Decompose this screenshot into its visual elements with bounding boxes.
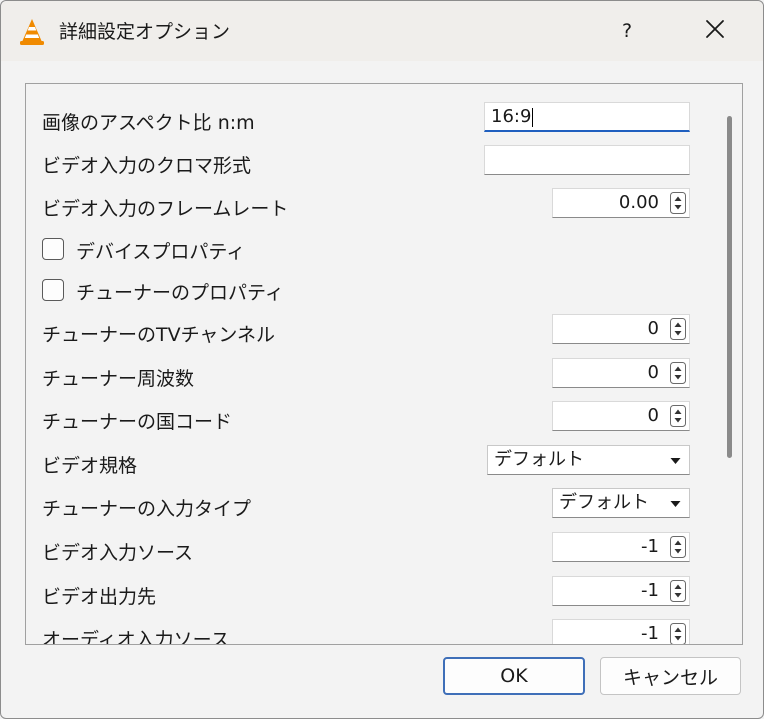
video-input-spinbox[interactable]: -1 — [552, 532, 690, 562]
spin-value: 0 — [647, 405, 659, 426]
chroma-input[interactable] — [484, 145, 690, 175]
frequency-spinbox[interactable]: 0 — [552, 358, 690, 388]
video-output-spinbox[interactable]: -1 — [552, 576, 690, 606]
dialog-title: 詳細設定オプション — [59, 21, 231, 43]
spin-arrows-icon[interactable] — [670, 580, 686, 602]
option-label: オーディオ入力ソース — [42, 629, 230, 645]
spin-arrows-icon[interactable] — [670, 318, 686, 340]
input-type-select[interactable]: デフォルト — [552, 488, 690, 518]
option-label: 画像のアスペクト比 n:m — [42, 112, 255, 134]
option-row-frequency: チューナー周波数 0 — [26, 356, 716, 396]
option-row-device-props: デバイスプロパティ — [26, 229, 716, 269]
option-label: チューナーの国コード — [42, 411, 233, 433]
option-label: ビデオ規格 — [42, 455, 138, 477]
ok-button[interactable]: OK — [443, 657, 585, 695]
spin-arrows-icon[interactable] — [670, 362, 686, 384]
option-row-audio-input: オーディオ入力ソース -1 — [26, 617, 716, 645]
option-row-tv-channel: チューナーのTVチャンネル 0 — [26, 312, 716, 352]
device-props-checkbox[interactable] — [42, 238, 64, 260]
scrollbar-thumb[interactable] — [727, 116, 732, 458]
advanced-options-dialog: 詳細設定オプション ? 画像のアスペクト比 n:m 16:9 ビデオ入力のクロマ… — [0, 0, 764, 719]
option-label: チューナーの入力タイプ — [42, 498, 252, 520]
spin-value: 0 — [647, 318, 659, 339]
option-row-tuner-props: チューナーのプロパティ — [26, 270, 716, 310]
close-button[interactable] — [693, 9, 737, 53]
tv-channel-spinbox[interactable]: 0 — [552, 314, 690, 344]
option-row-country: チューナーの国コード 0 — [26, 399, 716, 439]
spin-arrows-icon[interactable] — [670, 192, 686, 214]
aspect-ratio-input[interactable]: 16:9 — [484, 102, 690, 132]
option-label: チューナーのプロパティ — [76, 282, 284, 304]
option-label: チューナーのTVチャンネル — [42, 324, 276, 346]
option-label: ビデオ入力ソース — [42, 542, 194, 564]
spin-value: -1 — [641, 623, 659, 644]
video-standard-select[interactable]: デフォルト — [487, 445, 690, 475]
spin-value: 0 — [647, 362, 659, 383]
spin-value: 0.00 — [618, 192, 659, 213]
option-label: チューナー周波数 — [42, 368, 195, 390]
vlc-cone-icon — [17, 17, 47, 47]
dropdown-arrow-icon — [670, 501, 681, 507]
spin-arrows-icon[interactable] — [670, 405, 686, 427]
spin-arrows-icon[interactable] — [670, 623, 686, 645]
help-button[interactable]: ? — [607, 9, 647, 53]
audio-input-spinbox[interactable]: -1 — [552, 619, 690, 645]
country-code-spinbox[interactable]: 0 — [552, 401, 690, 431]
option-label: ビデオ出力先 — [42, 586, 157, 608]
option-row-video-standard: ビデオ規格 デフォルト — [26, 443, 716, 483]
option-label: デバイスプロパティ — [76, 241, 246, 263]
options-scroll-area[interactable]: 画像のアスペクト比 n:m 16:9 ビデオ入力のクロマ形式 ビデオ入力のフレー… — [25, 83, 743, 645]
option-row-video-input: ビデオ入力ソース -1 — [26, 530, 716, 570]
tuner-props-checkbox[interactable] — [42, 279, 64, 301]
title-bar[interactable]: 詳細設定オプション ? — [1, 1, 763, 61]
option-row-aspect-ratio: 画像のアスペクト比 n:m 16:9 — [26, 100, 716, 140]
cancel-button[interactable]: キャンセル — [600, 657, 741, 695]
dropdown-arrow-icon — [670, 458, 681, 464]
option-row-chroma: ビデオ入力のクロマ形式 — [26, 143, 716, 183]
spin-value: -1 — [641, 580, 659, 601]
vertical-scrollbar[interactable] — [716, 84, 742, 644]
option-row-input-type: チューナーの入力タイプ デフォルト — [26, 486, 716, 526]
close-icon — [704, 18, 726, 44]
option-row-video-output: ビデオ出力先 -1 — [26, 574, 716, 614]
option-row-fps: ビデオ入力のフレームレート 0.00 — [26, 186, 716, 226]
option-label: ビデオ入力のフレームレート — [42, 198, 289, 220]
spin-value: -1 — [641, 536, 659, 557]
fps-spinbox[interactable]: 0.00 — [552, 188, 690, 218]
option-label: ビデオ入力のクロマ形式 — [42, 155, 252, 177]
spin-arrows-icon[interactable] — [670, 536, 686, 558]
